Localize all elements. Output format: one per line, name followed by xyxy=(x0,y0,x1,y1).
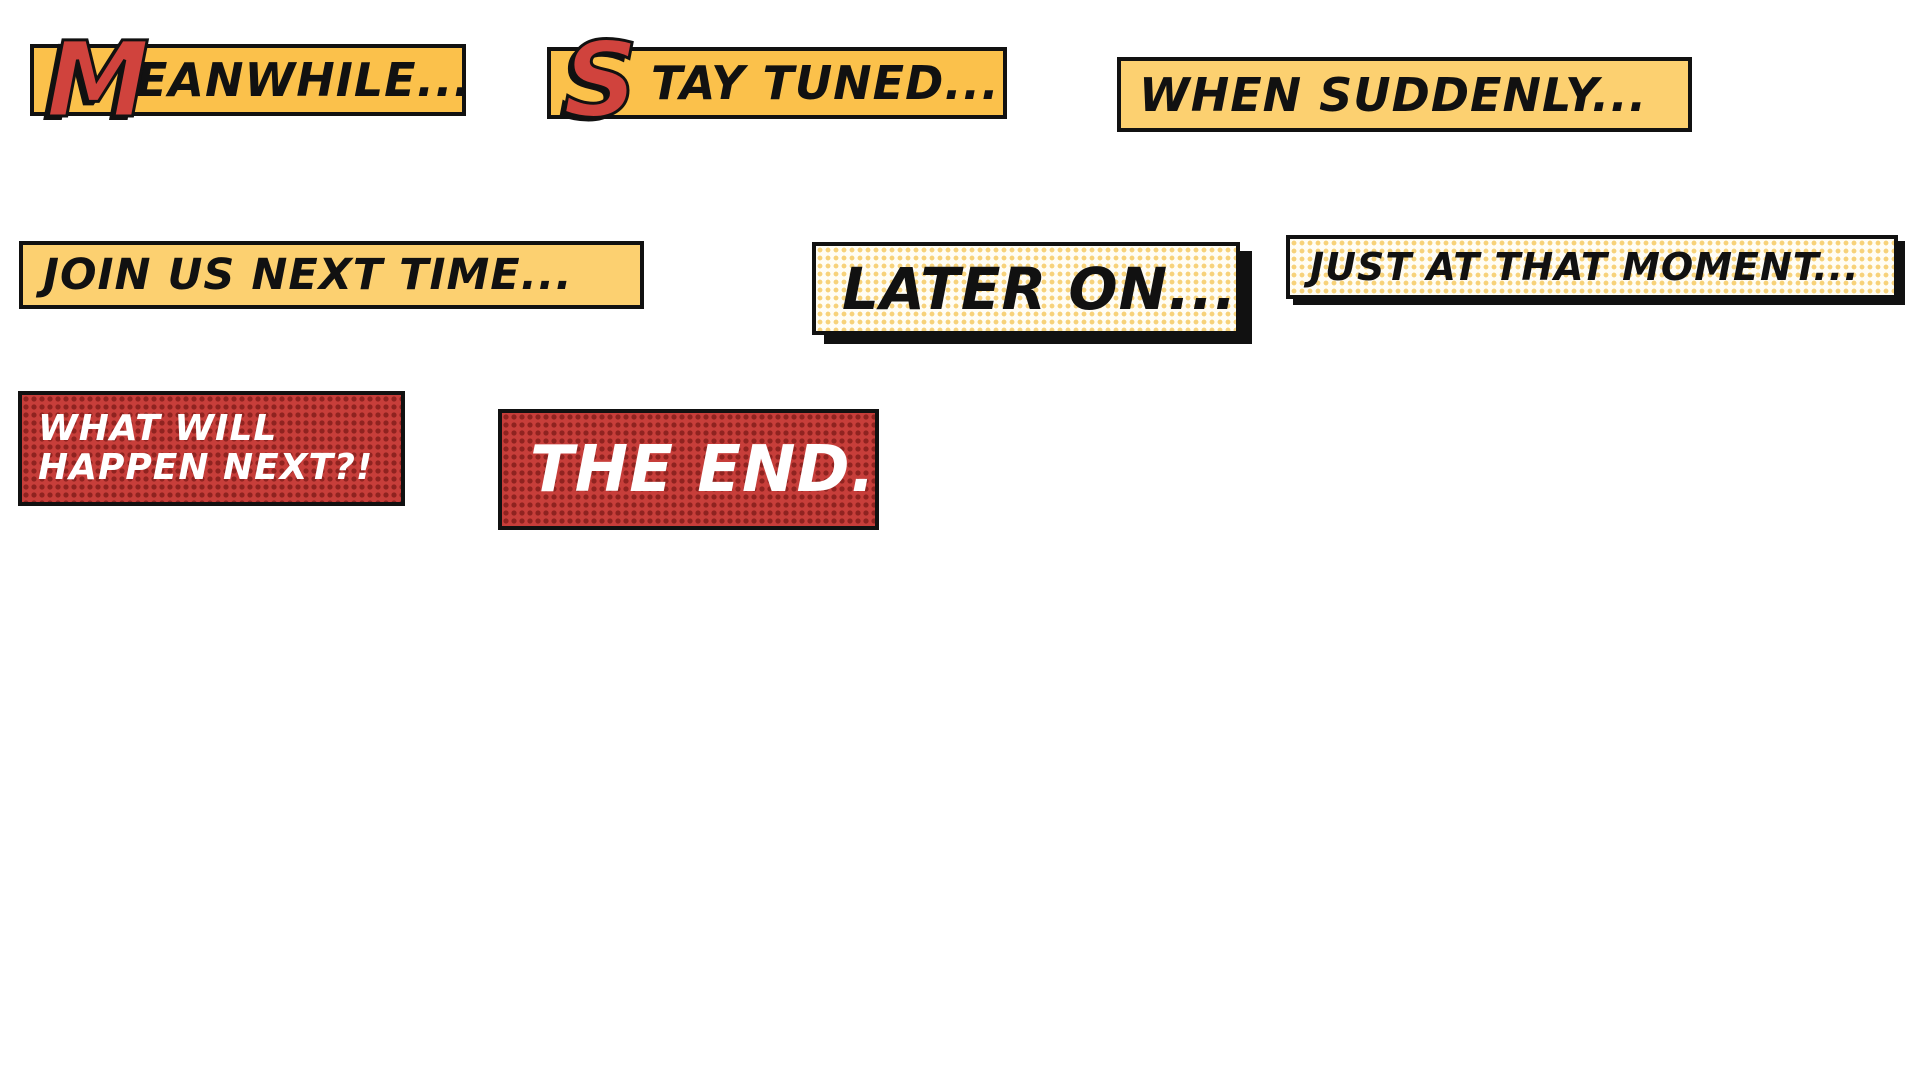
caption-when-suddenly: WHEN SUDDENLY... xyxy=(1117,57,1692,132)
caption-what-will-happen-line-1: WHAT WILL xyxy=(38,407,278,449)
caption-when-suddenly-text: WHEN SUDDENLY... xyxy=(1139,67,1648,122)
caption-just-at-that-moment: JUST AT THAT MOMENT... xyxy=(1286,235,1898,299)
caption-later-on: LATER ON... xyxy=(812,242,1240,335)
caption-what-will-happen-next-text: WHAT WILL HAPPEN NEXT?! xyxy=(22,407,374,488)
caption-just-at-that-moment-text: JUST AT THAT MOMENT... xyxy=(1310,245,1860,289)
caption-stay-tuned-initial: S xyxy=(562,19,640,141)
caption-the-end-text: THE END. xyxy=(530,432,876,507)
caption-meanwhile-initial: M xyxy=(45,19,151,141)
caption-later-on-text: LATER ON... xyxy=(842,254,1238,323)
caption-what-will-happen-line-2: HAPPEN NEXT?! xyxy=(38,446,374,488)
caption-join-us-text: JOIN US NEXT TIME... xyxy=(43,249,573,300)
caption-the-end: THE END. xyxy=(498,409,879,530)
caption-join-us: JOIN US NEXT TIME... xyxy=(19,241,644,309)
caption-what-will-happen-next: WHAT WILL HAPPEN NEXT?! xyxy=(18,391,405,506)
